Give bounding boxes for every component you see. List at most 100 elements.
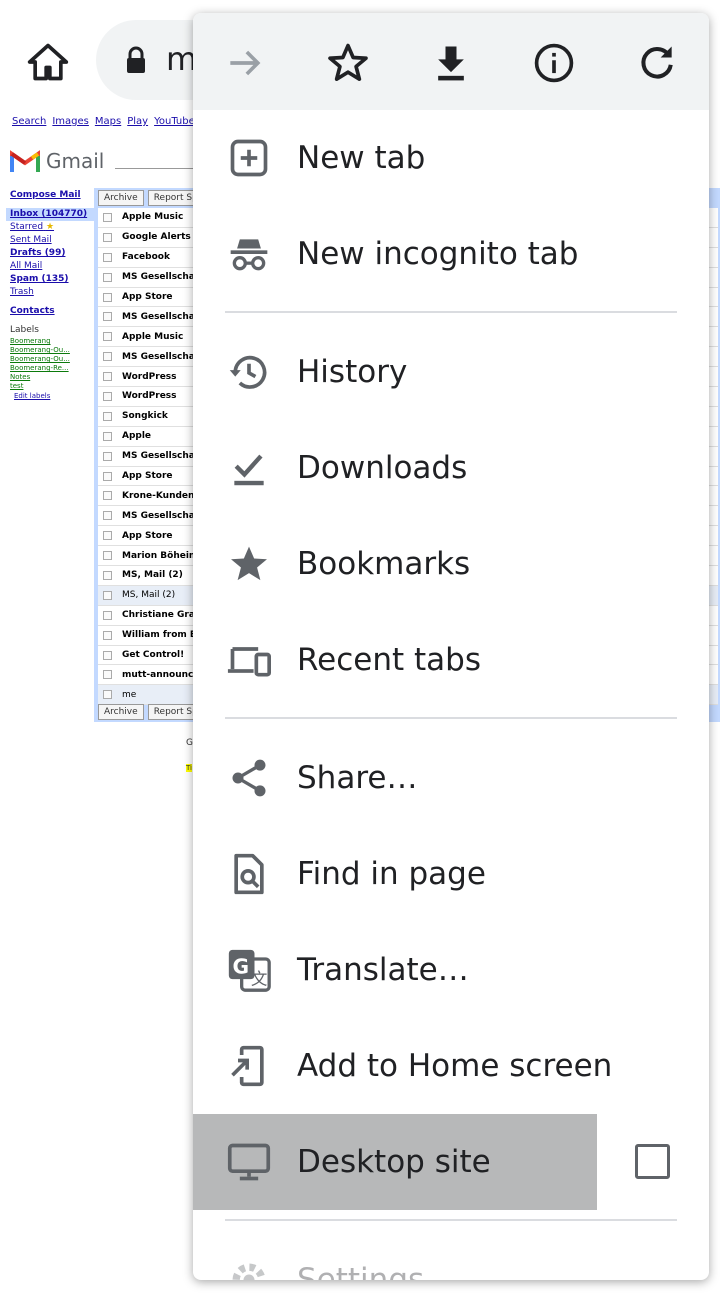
share-icon xyxy=(232,759,266,797)
mail-row-checkbox[interactable] xyxy=(103,352,112,362)
mail-row-checkbox[interactable] xyxy=(103,252,112,262)
add-to-home-icon xyxy=(231,1045,264,1087)
mail-row-checkbox[interactable] xyxy=(103,511,112,521)
mail-row-checkbox[interactable] xyxy=(103,372,112,382)
label-link[interactable]: Boomerang-Ou... xyxy=(10,346,95,355)
archive-button[interactable]: Archive xyxy=(98,704,144,720)
gmail-logo[interactable]: Gmail xyxy=(10,146,104,176)
mail-row-sender: me xyxy=(122,689,137,700)
label-link[interactable]: Notes xyxy=(10,373,95,382)
refresh-icon[interactable] xyxy=(635,41,679,85)
mail-row-sender: App Store xyxy=(122,471,173,482)
footer-tip: Ti xyxy=(186,764,193,772)
trash-link[interactable]: Trash xyxy=(10,286,95,299)
gmail-logo-text: Gmail xyxy=(46,149,105,173)
mail-row-checkbox[interactable] xyxy=(103,570,112,580)
drafts-link[interactable]: Drafts (99) xyxy=(10,247,95,260)
new-tab-icon xyxy=(230,139,268,177)
menu-item-label: Settings xyxy=(297,1262,425,1280)
label-link[interactable]: test xyxy=(10,382,95,391)
menu-icon-row xyxy=(193,13,709,110)
mail-row-checkbox[interactable] xyxy=(103,411,112,421)
search-field[interactable] xyxy=(115,168,195,169)
menu-item-desktop-site[interactable]: Desktop site xyxy=(193,1114,597,1210)
bookmark-star-icon[interactable] xyxy=(326,41,370,85)
spam-link[interactable]: Spam (135) xyxy=(10,273,95,286)
download-icon[interactable] xyxy=(429,41,473,85)
mail-row-checkbox[interactable] xyxy=(103,590,112,600)
mail-row-checkbox[interactable] xyxy=(103,451,112,461)
menu-item-new-incognito-tab[interactable]: New incognito tab xyxy=(193,206,709,302)
svg-text:G: G xyxy=(233,955,250,979)
mail-row-sender: MS Gesellscha xyxy=(122,272,195,283)
label-link[interactable]: Boomerang xyxy=(10,337,95,346)
all-mail-link[interactable]: All Mail xyxy=(10,260,95,273)
mail-row-checkbox[interactable] xyxy=(103,491,112,501)
menu-item-history[interactable]: History xyxy=(193,324,709,420)
home-icon[interactable] xyxy=(26,40,70,84)
history-icon xyxy=(229,355,267,389)
mail-row-checkbox[interactable] xyxy=(103,690,112,700)
mail-row-sender: Songkick xyxy=(122,411,168,422)
forward-icon[interactable] xyxy=(223,41,267,85)
menu-item-label: Desktop site xyxy=(297,1144,491,1180)
inbox-link[interactable]: Inbox (104770) xyxy=(6,208,96,221)
google-top-links: Search Images Maps Play YouTube N xyxy=(12,116,208,127)
menu-item-find-in-page[interactable]: Find in page xyxy=(193,826,709,922)
menu-divider xyxy=(225,1219,677,1221)
mail-row-checkbox[interactable] xyxy=(103,650,112,660)
mail-row-sender: William from Er xyxy=(122,630,201,641)
menu-item-share[interactable]: Share… xyxy=(193,730,709,826)
mail-row-checkbox[interactable] xyxy=(103,272,112,282)
labels-title: Labels xyxy=(10,325,39,335)
mail-row-checkbox[interactable] xyxy=(103,292,112,302)
menu-item-settings[interactable]: Settings xyxy=(193,1232,709,1280)
mail-row-checkbox[interactable] xyxy=(103,431,112,441)
starred-link[interactable]: Starred ★ xyxy=(10,221,95,234)
mail-row-checkbox[interactable] xyxy=(103,391,112,401)
mail-row-checkbox[interactable] xyxy=(103,312,112,322)
archive-button[interactable]: Archive xyxy=(98,190,144,206)
menu-item-label: Find in page xyxy=(297,856,486,892)
mail-row-checkbox[interactable] xyxy=(103,232,112,242)
lock-icon xyxy=(127,46,145,73)
mail-row-sender: WordPress xyxy=(122,371,177,382)
menu-item-downloads[interactable]: Downloads xyxy=(193,420,709,516)
link-maps[interactable]: Maps xyxy=(95,116,121,127)
mail-row-checkbox[interactable] xyxy=(103,630,112,640)
svg-text:文: 文 xyxy=(251,970,268,989)
label-link[interactable]: Boomerang-Re... xyxy=(10,364,95,373)
mail-row-sender: Apple Music xyxy=(122,212,184,223)
info-icon[interactable] xyxy=(532,41,576,85)
mail-row-checkbox[interactable] xyxy=(103,212,112,222)
link-images[interactable]: Images xyxy=(52,116,89,127)
mail-row-checkbox[interactable] xyxy=(103,471,112,481)
footer-text: G xyxy=(186,738,193,748)
edit-labels-link[interactable]: Edit labels xyxy=(14,391,95,401)
mail-row-checkbox[interactable] xyxy=(103,531,112,541)
mail-row-checkbox[interactable] xyxy=(103,551,112,561)
menu-item-add-to-home-screen[interactable]: Add to Home screen xyxy=(193,1018,709,1114)
label-link[interactable]: Boomerang-Ou... xyxy=(10,355,95,364)
mail-row-sender: MS Gesellscha xyxy=(122,451,195,462)
desktop-site-checkbox[interactable] xyxy=(635,1144,670,1179)
mail-row-sender: App Store xyxy=(122,292,173,302)
menu-item-new-tab[interactable]: New tab xyxy=(193,110,709,206)
link-search[interactable]: Search xyxy=(12,116,46,127)
overflow-menu: New tab New incognito tab History Downlo… xyxy=(193,13,709,1280)
contacts-link[interactable]: Contacts xyxy=(10,305,95,318)
menu-item-recent-tabs[interactable]: Recent tabs xyxy=(193,612,709,708)
mail-row-checkbox[interactable] xyxy=(103,332,112,342)
sent-link[interactable]: Sent Mail xyxy=(10,234,95,247)
menu-item-label: Add to Home screen xyxy=(297,1048,613,1084)
link-youtube[interactable]: YouTube xyxy=(154,116,195,127)
link-play[interactable]: Play xyxy=(127,116,148,127)
mail-row-sender: MS Gesellscha xyxy=(122,311,195,322)
menu-item-bookmarks[interactable]: Bookmarks xyxy=(193,516,709,612)
mail-row-checkbox[interactable] xyxy=(103,670,112,680)
mail-row-sender: MS, Mail (2) xyxy=(122,590,176,601)
compose-link[interactable]: Compose Mail xyxy=(10,189,95,202)
desktop-icon xyxy=(227,1143,271,1181)
menu-item-translate[interactable]: G 文 Translate… xyxy=(193,922,709,1018)
mail-row-checkbox[interactable] xyxy=(103,610,112,620)
